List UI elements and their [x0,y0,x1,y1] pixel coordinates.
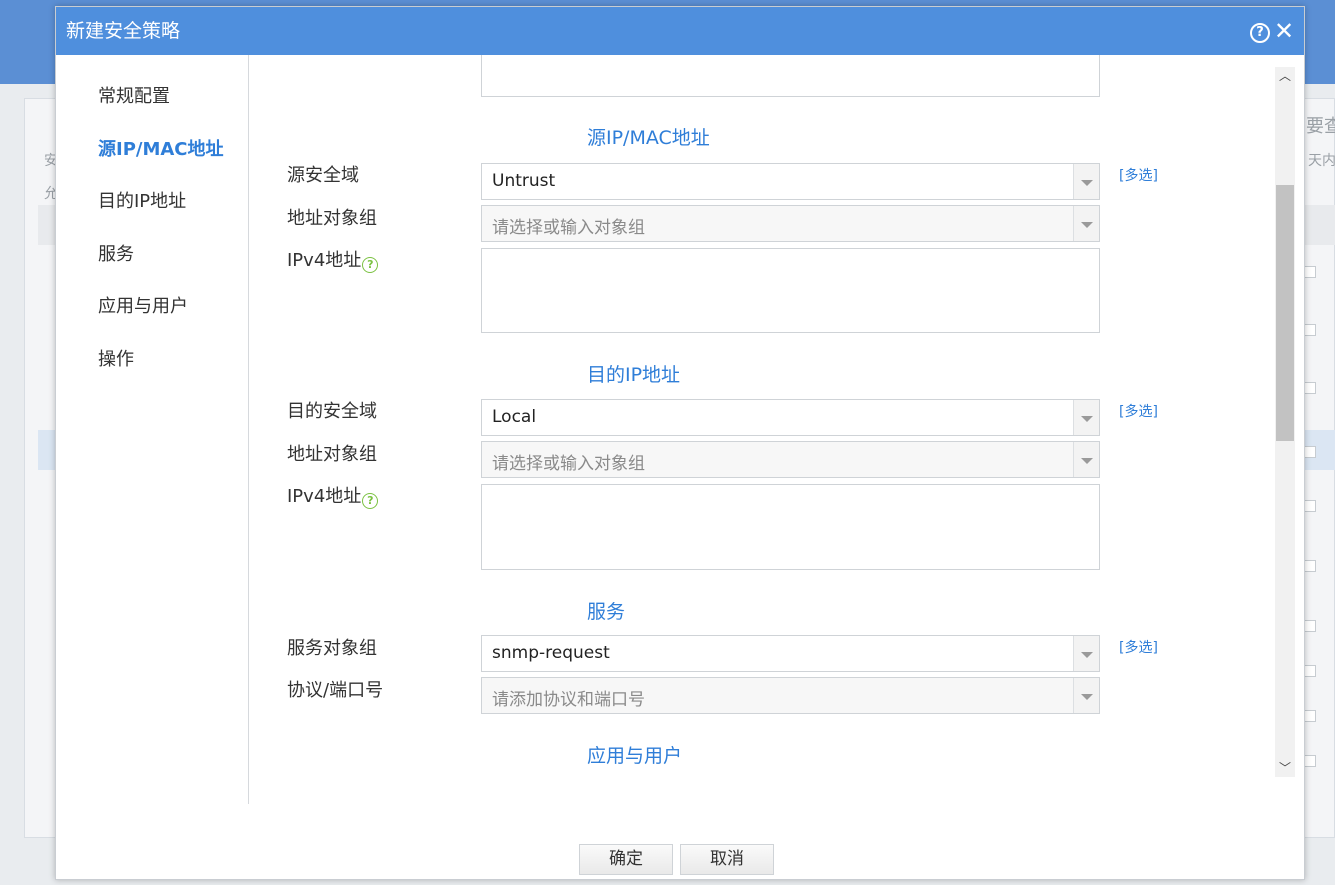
dest-ipv4-label-text: IPv4地址 [287,486,362,507]
dest-zone-multiselect-link[interactable]: [多选] [1119,401,1158,421]
background-checkbox [1304,266,1316,278]
background-checkbox [1304,755,1316,767]
dest-zone-label: 目的安全域 [287,401,377,422]
source-ipv4-label: IPv4地址? [287,246,379,273]
dest-ipv4-label: IPv4地址? [287,482,379,509]
dest-ipv4-textarea[interactable] [481,484,1100,570]
source-addr-group-label: 地址对象组 [287,208,377,229]
background-text: 天内 [1308,153,1335,169]
form-content: 源IP/MAC地址 源安全域 Untrust [多选] 地址对象组 请选择或输入… [250,55,1276,777]
nav-item-general[interactable]: 常规配置 [98,82,170,108]
source-addr-group-placeholder: 请选择或输入对象组 [492,218,645,238]
help-hint-icon[interactable]: ? [362,493,379,509]
section-title-service: 服务 [587,601,626,623]
previous-textarea[interactable] [481,55,1100,97]
cancel-button[interactable]: 取消 [680,844,774,875]
source-zone-multiselect-link[interactable]: [多选] [1119,165,1158,185]
dest-zone-select[interactable]: Local [481,399,1100,436]
source-zone-value: Untrust [492,171,556,191]
nav-item-action[interactable]: 操作 [98,345,134,371]
help-hint-icon[interactable]: ? [362,257,379,273]
background-checkbox [1304,620,1316,632]
nav-item-service[interactable]: 服务 [98,240,134,266]
form-scrollbar[interactable]: ︿ ﹀ [1275,67,1295,777]
service-group-value: snmp-request [492,643,610,663]
protocol-port-placeholder: 请添加协议和端口号 [492,690,645,710]
help-icon[interactable]: ? [1250,23,1270,43]
source-addr-group-select[interactable]: 请选择或输入对象组 [481,205,1100,242]
section-nav: 常规配置 源IP/MAC地址 目的IP地址 服务 应用与用户 操作 [56,55,249,804]
background-checkbox [1304,446,1316,458]
service-multiselect-link[interactable]: [多选] [1119,637,1158,657]
nav-item-source[interactable]: 源IP/MAC地址 [98,135,224,161]
background-checkbox [1304,710,1316,722]
chevron-down-icon[interactable] [1073,400,1099,435]
source-zone-select[interactable]: Untrust [481,163,1100,200]
service-group-select[interactable]: snmp-request [481,635,1100,672]
source-zone-label: 源安全域 [287,165,359,186]
chevron-down-icon[interactable] [1073,164,1099,199]
nav-item-app-user[interactable]: 应用与用户 [98,292,188,318]
chevron-down-icon[interactable] [1073,678,1099,713]
service-group-label: 服务对象组 [287,638,377,659]
background-checkbox [1304,500,1316,512]
background-text: 要查 [1306,116,1335,137]
dialog-titlebar: 新建安全策略 ? ✕ [56,7,1304,55]
section-title-destination: 目的IP地址 [587,364,681,386]
background-checkbox [1304,665,1316,677]
scroll-down-icon[interactable]: ﹀ [1275,759,1295,777]
scrollbar-thumb[interactable] [1276,185,1294,441]
dest-addr-group-label: 地址对象组 [287,444,377,465]
source-ipv4-label-text: IPv4地址 [287,250,362,271]
scroll-up-icon[interactable]: ︿ [1275,67,1295,85]
chevron-down-icon[interactable] [1073,206,1099,241]
chevron-down-icon[interactable] [1073,636,1099,671]
dest-zone-value: Local [492,407,537,427]
dialog-title: 新建安全策略 [66,20,181,42]
dest-addr-group-placeholder: 请选择或输入对象组 [492,454,645,474]
source-ipv4-textarea[interactable] [481,248,1100,333]
ok-button[interactable]: 确定 [579,844,673,875]
background-checkbox [1304,560,1316,572]
chevron-down-icon[interactable] [1073,442,1099,477]
background-checkbox [1304,382,1316,394]
nav-item-destination[interactable]: 目的IP地址 [98,187,186,213]
section-title-source: 源IP/MAC地址 [587,127,710,149]
protocol-port-select[interactable]: 请添加协议和端口号 [481,677,1100,714]
dest-addr-group-select[interactable]: 请选择或输入对象组 [481,441,1100,478]
new-security-policy-dialog: 新建安全策略 ? ✕ 常规配置 源IP/MAC地址 目的IP地址 服务 应用与用… [55,6,1305,880]
background-checkbox [1304,324,1316,336]
section-title-app-user: 应用与用户 [587,745,683,767]
protocol-port-label: 协议/端口号 [287,680,384,701]
close-icon[interactable]: ✕ [1273,19,1295,43]
